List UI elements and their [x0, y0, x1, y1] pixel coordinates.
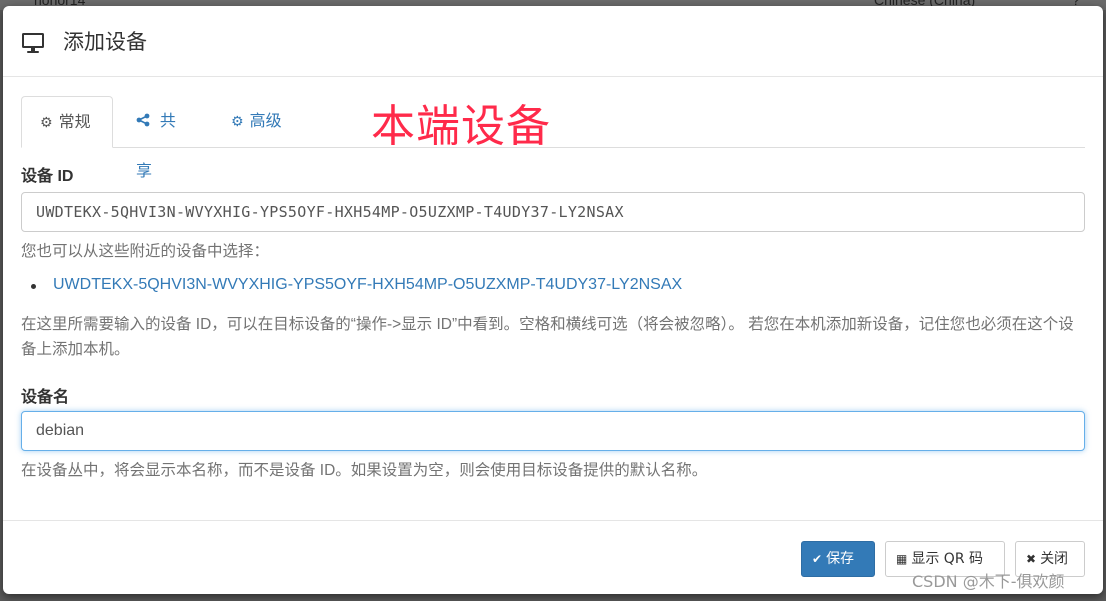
tab-general[interactable]: ⚙ 常规 — [21, 96, 113, 148]
bullet — [31, 284, 36, 289]
nearby-devices-help: 您也可以从这些附近的设备中选择： — [21, 243, 270, 260]
dialog-header: 添加设备 — [3, 6, 1103, 77]
close-button-label: 关闭 — [1040, 551, 1069, 567]
save-button[interactable]: ✔ 保存 — [801, 541, 875, 577]
device-id-label: 设备 ID — [21, 168, 74, 185]
tab-advanced[interactable]: ⚙ 高级 — [213, 96, 307, 146]
close-icon: ✖ — [1026, 552, 1037, 566]
gears-icon: ⚙ — [231, 113, 244, 129]
annotation-text: 本端设备 — [371, 101, 551, 152]
device-name-help: 在设备丛中，将会显示本名称，而不是设备 ID。如果设置为空，则会使用目标设备提供… — [21, 462, 708, 479]
nearby-device-id[interactable]: UWDTEKX-5QHVI3N-WVYXHIG-YPS5OYF-HXH54MP-… — [53, 276, 682, 293]
qrcode-icon: ▦ — [896, 552, 908, 566]
device-id-help: 在这里所需要输入的设备 ID，可以在目标设备的“操作->显示 ID”中看到。空格… — [21, 316, 1074, 358]
nearby-devices-list: UWDTEKX-5QHVI3N-WVYXHIG-YPS5OYF-HXH54MP-… — [31, 276, 682, 294]
dialog-title: 添加设备 — [63, 30, 147, 54]
tab-advanced-label: 高级 — [249, 113, 282, 130]
tab-bar: ⚙ 常规 共享 ⚙ 高级 — [21, 96, 1085, 180]
check-icon: ✔ — [812, 552, 823, 566]
device-name-input[interactable]: debian — [21, 411, 1085, 451]
device-name-label: 设备名 — [21, 389, 70, 406]
monitor-icon — [22, 33, 44, 53]
save-button-label: 保存 — [826, 551, 855, 567]
tab-general-label: 常规 — [58, 114, 91, 131]
show-qr-button-label: 显示 QR 码 — [911, 551, 983, 567]
tab-sharing[interactable]: 共享 — [118, 96, 208, 180]
nearby-device-link[interactable]: UWDTEKX-5QHVI3N-WVYXHIG-YPS5OYF-HXH54MP-… — [31, 276, 682, 294]
add-device-dialog: 添加设备 ⚙ 常规 共享 ⚙ 高级 本端设备 设备 ID UWDTEKX-5QHVI… — [3, 6, 1103, 594]
device-id-input[interactable]: UWDTEKX-5QHVI3N-WVYXHIG-YPS5OYF-HXH54MP-… — [21, 192, 1085, 232]
watermark: CSDN @木下-俱欢颜 — [912, 572, 1065, 591]
gear-icon: ⚙ — [40, 114, 53, 130]
share-icon — [136, 113, 154, 129]
